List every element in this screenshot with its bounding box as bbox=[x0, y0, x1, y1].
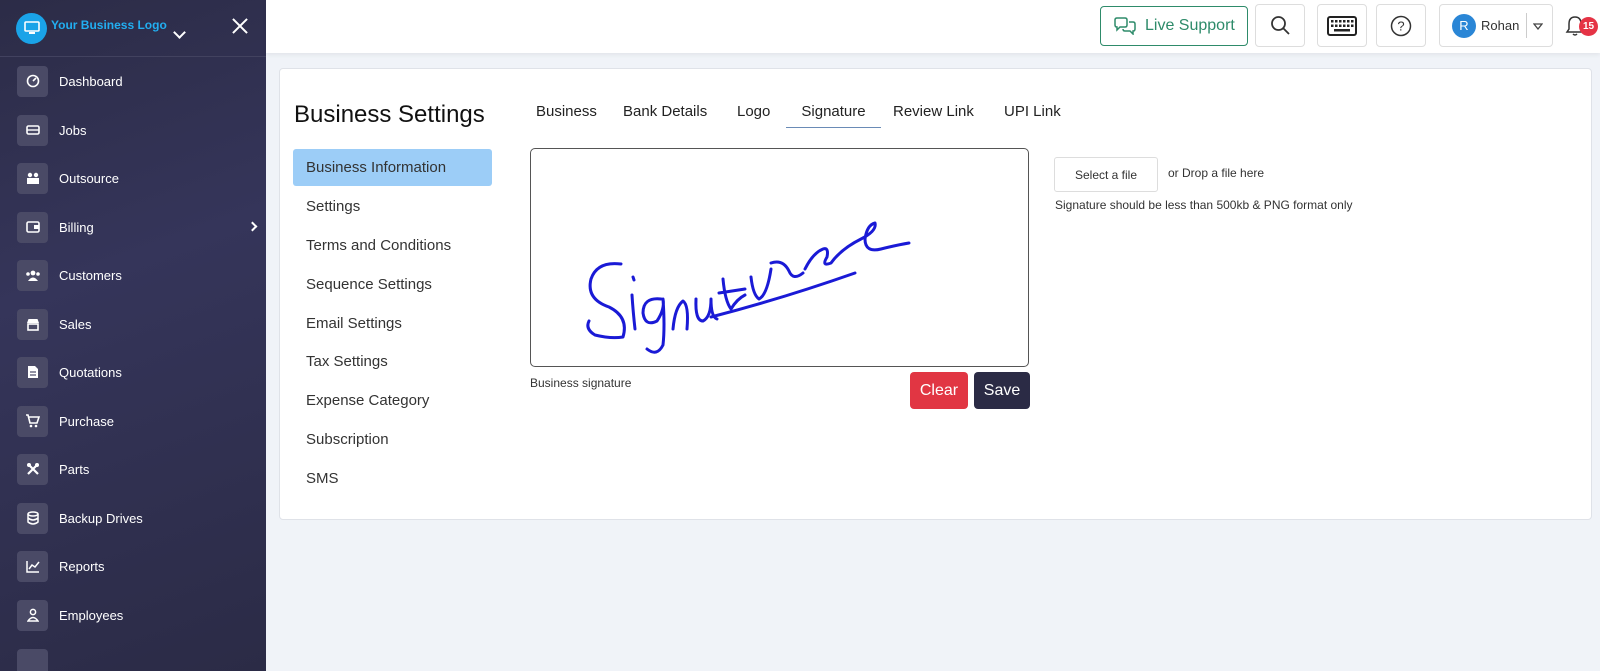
sidebar-item-quotations[interactable]: Quotations bbox=[17, 356, 257, 388]
avatar: R bbox=[1452, 13, 1476, 38]
sidebar-item-label: Parts bbox=[59, 461, 90, 477]
settings-menu-tax-settings[interactable]: Tax Settings bbox=[293, 343, 492, 380]
settings-menu-expense-category[interactable]: Expense Category bbox=[293, 382, 492, 419]
save-button[interactable]: Save bbox=[974, 372, 1030, 409]
jobs-icon bbox=[17, 114, 48, 146]
chat-bubbles-icon bbox=[1113, 17, 1137, 35]
business-logo-icon bbox=[16, 12, 47, 44]
sidebar-item-backup-drives[interactable]: Backup Drives bbox=[17, 502, 257, 534]
settings-menu-terms-and-conditions[interactable]: Terms and Conditions bbox=[293, 227, 492, 264]
more-icon bbox=[17, 648, 48, 671]
chevron-right-icon[interactable] bbox=[247, 221, 258, 232]
sidebar-item-dashboard[interactable]: Dashboard bbox=[17, 65, 257, 97]
search-icon bbox=[1270, 15, 1291, 36]
parts-icon bbox=[17, 453, 48, 485]
user-menu[interactable]: R Rohan bbox=[1439, 4, 1553, 47]
sidebar-item-label: Reports bbox=[59, 558, 105, 574]
tab-business[interactable]: Business bbox=[536, 103, 597, 128]
sidebar-item-label: Sales bbox=[59, 316, 92, 332]
dashboard-icon bbox=[17, 65, 48, 97]
reports-icon bbox=[17, 550, 48, 582]
caret-down-icon[interactable] bbox=[1533, 23, 1543, 30]
settings-menu-subscription[interactable]: Subscription bbox=[293, 421, 492, 458]
sidebar-item-more[interactable] bbox=[17, 648, 257, 671]
billing-icon bbox=[17, 211, 48, 243]
settings-menu-sequence-settings[interactable]: Sequence Settings bbox=[293, 266, 492, 303]
purchase-icon bbox=[17, 405, 48, 437]
backup-drives-icon bbox=[17, 502, 48, 534]
drop-zone-text: or Drop a file here bbox=[1168, 166, 1265, 180]
sidebar-item-jobs[interactable]: Jobs bbox=[17, 114, 257, 146]
sidebar-item-label: Backup Drives bbox=[59, 510, 143, 526]
outsource-icon bbox=[17, 162, 48, 194]
svg-text:?: ? bbox=[1397, 18, 1404, 33]
sidebar-item-label: Dashboard bbox=[59, 73, 123, 89]
sales-icon bbox=[17, 308, 48, 340]
signature-caption: Business signature bbox=[530, 376, 632, 390]
settings-card: Business Settings Business Information S… bbox=[279, 68, 1592, 520]
employees-icon bbox=[17, 599, 48, 631]
sidebar-item-employees[interactable]: Employees bbox=[17, 599, 257, 631]
live-support-button[interactable]: Live Support bbox=[1100, 6, 1248, 46]
sidebar-item-label: Billing bbox=[59, 219, 94, 235]
help-button[interactable]: ? bbox=[1376, 4, 1426, 47]
sidebar-item-sales[interactable]: Sales bbox=[17, 308, 257, 340]
sidebar-item-label: Outsource bbox=[59, 170, 119, 186]
sidebar-item-billing[interactable]: Billing bbox=[17, 211, 258, 243]
notification-badge[interactable]: 15 bbox=[1579, 17, 1598, 36]
tab-upi-link[interactable]: UPI Link bbox=[1004, 103, 1061, 128]
sidebar-item-label: Jobs bbox=[59, 122, 87, 138]
keyboard-icon bbox=[1327, 15, 1357, 36]
tab-bank-details[interactable]: Bank Details bbox=[623, 103, 707, 128]
clear-button[interactable]: Clear bbox=[910, 372, 968, 409]
sidebar-item-purchase[interactable]: Purchase bbox=[17, 405, 257, 437]
search-button[interactable] bbox=[1255, 4, 1305, 47]
sidebar: Your Business Logo Dashboard Jobs Outsou… bbox=[0, 0, 266, 671]
page-title: Business Settings bbox=[294, 101, 485, 128]
tab-review-link[interactable]: Review Link bbox=[893, 103, 974, 128]
settings-menu-business-information[interactable]: Business Information bbox=[293, 149, 492, 186]
keyboard-button[interactable] bbox=[1317, 4, 1367, 47]
sidebar-header: Your Business Logo bbox=[0, 0, 266, 57]
signature-drawing bbox=[586, 221, 911, 354]
business-logo-text: Your Business Logo bbox=[51, 18, 167, 32]
tab-signature[interactable]: Signature bbox=[786, 103, 881, 128]
live-support-label: Live Support bbox=[1145, 17, 1235, 34]
customers-icon bbox=[17, 259, 48, 291]
close-icon[interactable] bbox=[231, 17, 249, 35]
sidebar-item-label: Purchase bbox=[59, 413, 114, 429]
sidebar-item-label: Customers bbox=[59, 267, 122, 283]
sidebar-item-label: Employees bbox=[59, 607, 124, 623]
settings-menu-email-settings[interactable]: Email Settings bbox=[293, 305, 492, 342]
sidebar-item-outsource[interactable]: Outsource bbox=[17, 162, 257, 194]
signature-hint: Signature should be less than 500kb & PN… bbox=[1055, 198, 1353, 212]
signature-pad[interactable] bbox=[530, 148, 1029, 367]
settings-menu-settings[interactable]: Settings bbox=[293, 188, 492, 225]
top-bar: Live Support ? R Rohan bbox=[266, 0, 1600, 53]
settings-menu-sms[interactable]: SMS bbox=[293, 460, 492, 497]
sidebar-item-customers[interactable]: Customers bbox=[17, 259, 257, 291]
sidebar-item-reports[interactable]: Reports bbox=[17, 550, 257, 582]
user-menu-divider bbox=[1526, 13, 1527, 38]
help-icon: ? bbox=[1390, 15, 1412, 37]
sidebar-item-label: Quotations bbox=[59, 364, 122, 380]
user-name: Rohan bbox=[1481, 18, 1520, 33]
chevron-down-icon[interactable] bbox=[172, 25, 186, 39]
sidebar-item-parts[interactable]: Parts bbox=[17, 453, 257, 485]
select-file-button[interactable]: Select a file bbox=[1054, 157, 1158, 192]
quotations-icon bbox=[17, 356, 48, 388]
tab-logo[interactable]: Logo bbox=[737, 103, 770, 128]
